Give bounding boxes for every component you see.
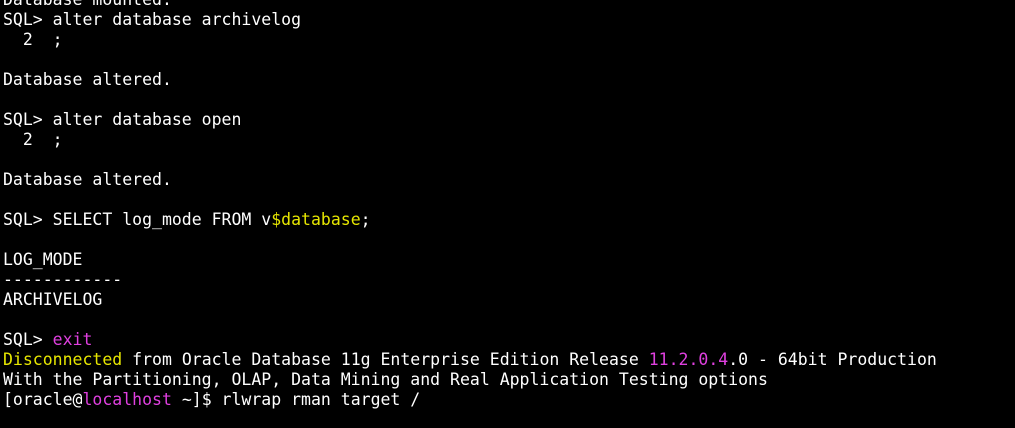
terminal-line: 2 ; (3, 30, 937, 50)
terminal-line: SQL> alter database archivelog (3, 10, 937, 30)
terminal-text-segment: .0 - 64bit Production (728, 350, 937, 369)
terminal-text-segment: ARCHIVELOG (3, 290, 103, 309)
terminal-text-segment: Database altered. (3, 70, 172, 89)
terminal-line: Database altered. (3, 170, 937, 190)
terminal-text-segment: 2 ; (3, 130, 63, 149)
terminal-text-segment: Database altered. (3, 170, 172, 189)
terminal-line: Database altered. (3, 70, 937, 90)
terminal-text-segment: ~]$ rlwrap rman target / (171, 390, 421, 409)
terminal-text-segment: SQL> SELECT log_mode FROM v (3, 210, 272, 229)
terminal-line: ARCHIVELOG (3, 290, 937, 310)
terminal-line: 2 ; (3, 130, 937, 150)
terminal-text-segment: [oracle@ (3, 390, 83, 409)
terminal-text-segment: $database (271, 210, 361, 229)
terminal-output: Database mounted.SQL> alter database arc… (3, 0, 937, 410)
terminal-line: With the Partitioning, OLAP, Data Mining… (3, 370, 937, 390)
terminal-line: Disconnected from Oracle Database 11g En… (3, 350, 937, 370)
terminal-line: Database mounted. (3, 0, 937, 10)
terminal-text-segment: ; (360, 210, 371, 229)
terminal-text-segment: SQL> (3, 330, 53, 349)
terminal-text-segment: ------------ (3, 270, 123, 289)
terminal-line: [oracle@localhost ~]$ rlwrap rman target… (3, 390, 937, 410)
terminal-line: LOG_MODE (3, 250, 937, 270)
terminal-text-segment: exit (52, 330, 93, 349)
terminal-cursor (420, 390, 430, 408)
terminal-text-segment: Disconnected (3, 350, 123, 369)
terminal-line: SQL> exit (3, 330, 937, 350)
terminal-text-segment: 11.2.0.4 (648, 350, 729, 369)
terminal-text-segment: LOG_MODE (3, 250, 83, 269)
terminal-text-segment: 2 ; (3, 30, 63, 49)
terminal-text-segment: SQL> alter database archivelog (3, 10, 302, 29)
terminal-window[interactable]: Database mounted.SQL> alter database arc… (0, 0, 1015, 428)
terminal-text-segment: localhost (82, 390, 172, 409)
terminal-line: SQL> alter database open (3, 110, 937, 130)
terminal-text-segment: Database mounted. (3, 0, 172, 9)
terminal-line: SQL> SELECT log_mode FROM v$database; (3, 210, 937, 230)
terminal-text-segment: from Oracle Database 11g Enterprise Edit… (122, 350, 649, 369)
terminal-line: ------------ (3, 270, 937, 290)
terminal-text-segment: With the Partitioning, OLAP, Data Mining… (3, 370, 768, 389)
terminal-text-segment: SQL> alter database open (3, 110, 242, 129)
